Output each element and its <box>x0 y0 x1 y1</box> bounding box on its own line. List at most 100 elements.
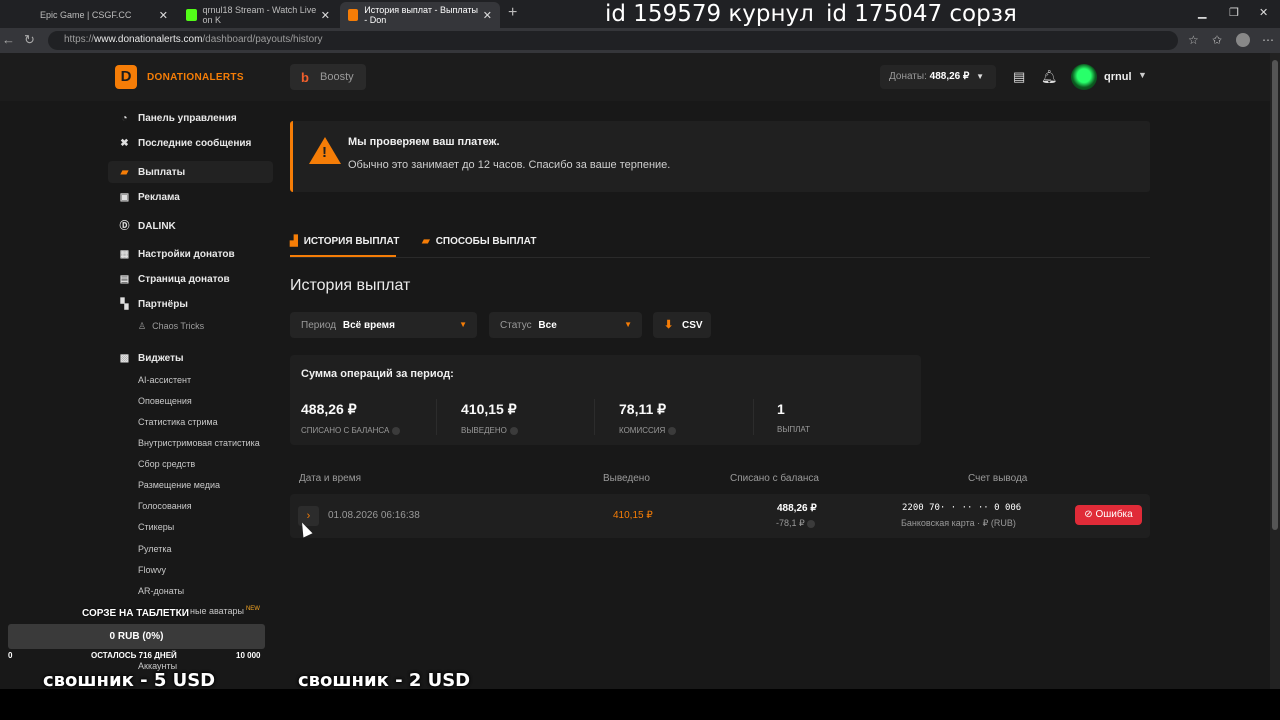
chevron-down-icon: ▼ <box>459 320 467 329</box>
joystick-icon: ♙ <box>138 321 147 331</box>
sidebar-item-partners[interactable]: ▚ Партнёры <box>118 298 188 311</box>
sidebar-widget-roulette[interactable]: Рулетка <box>138 544 172 554</box>
sidebar-item-label: Партнёры <box>138 299 188 310</box>
info-icon[interactable] <box>509 426 518 435</box>
info-icon[interactable] <box>668 426 677 435</box>
maximize-icon[interactable]: ❐ <box>1229 6 1239 19</box>
donats-value: 488,26 ₽ <box>929 71 970 82</box>
period-select[interactable]: Период Всё время ▼ <box>290 312 477 338</box>
sidebar-item-label: DALINK <box>138 221 176 232</box>
stat-count: 1 ВЫПЛАТ <box>777 401 810 434</box>
bell-icon[interactable]: 🔔︎ <box>1041 69 1058 85</box>
sidebar-item-messages[interactable]: ✖ Последние сообщения <box>118 137 251 150</box>
sidebar-widget-instream-stats[interactable]: Внутристримовая статистика <box>138 438 260 448</box>
boosty-button[interactable]: b Boosty <box>290 64 366 90</box>
status-value: Все <box>538 320 557 331</box>
widgets-icon: ▩ <box>119 353 130 364</box>
sidebar-widget-flowvy[interactable]: Flowvy <box>138 565 166 575</box>
logo-text[interactable]: DONATIONALERTS <box>147 72 244 83</box>
chevron-down-icon[interactable]: ▼ <box>1138 70 1147 80</box>
close-icon[interactable]: ✕ <box>483 9 492 22</box>
info-icon[interactable] <box>392 426 401 435</box>
site-header: D DONATIONALERTS b Boosty Донаты: 488,26… <box>0 53 1270 101</box>
tabs-divider <box>290 257 1150 258</box>
stat-caption: СПИСАНО С БАЛАНСА <box>301 426 390 435</box>
page-title: История выплат <box>290 277 411 294</box>
tab-payout-history[interactable]: ▟ ИСТОРИЯ ВЫПЛАТ <box>290 236 399 247</box>
error-circle-icon: ⊘ <box>1084 509 1093 520</box>
bookmark-star-icon[interactable]: ☆ <box>1188 33 1199 47</box>
sidebar-item-dalink[interactable]: Ⓓ DALINK <box>118 220 176 233</box>
donationalerts-logo-icon[interactable]: D <box>115 65 137 89</box>
stat-caption: КОМИССИЯ <box>619 426 666 435</box>
row-account-type: Банковская карта · ₽ (RUB) <box>901 518 1016 528</box>
scrollbar-thumb[interactable] <box>1272 60 1278 530</box>
wallet-icon: ▰ <box>120 167 129 178</box>
dalink-icon: Ⓓ <box>119 221 130 232</box>
menu-dots-icon[interactable]: ⋯ <box>1262 33 1274 47</box>
sidebar-item-donation-page[interactable]: ▤ Страница донатов <box>118 273 230 286</box>
sidebar-item-payouts[interactable]: ▰ Выплаты <box>118 166 186 179</box>
tab-title: Epic Game | CSGF.CC <box>40 10 132 20</box>
new-tab-button[interactable]: + <box>508 4 517 22</box>
back-icon[interactable]: ← <box>2 32 15 47</box>
boosty-icon: b <box>301 70 309 85</box>
new-badge: NEW <box>245 606 260 612</box>
browser-tab-payouts[interactable]: История выплат - Выплаты - Don ✕ <box>340 2 500 28</box>
active-tab-underline <box>290 255 396 257</box>
sidebar-widget-avatars[interactable]: ные аватары NEW <box>190 606 260 616</box>
sidebar-widget-stream-stats[interactable]: Статистика стрима <box>138 417 218 427</box>
window-close-icon[interactable]: ✕ <box>1259 6 1268 19</box>
sidebar-item-ads[interactable]: ▣ Реклама <box>118 191 180 204</box>
messages-icon: ✖ <box>120 138 129 149</box>
tab-payout-methods[interactable]: ▰ СПОСОБЫ ВЫПЛАТ <box>422 236 536 247</box>
sidebar-widget-alerts[interactable]: Оповещения <box>138 396 192 406</box>
donor-line-1: свошник - 5 USD <box>43 670 216 691</box>
username[interactable]: qrnul <box>1104 71 1132 83</box>
sidebar-item-label: Реклама <box>138 192 180 203</box>
sidebar-widget-stickers[interactable]: Стикеры <box>138 522 174 532</box>
browser-tab-csgf[interactable]: Epic Game | CSGF.CC ✕ <box>32 2 176 28</box>
tab-label: СПОСОБЫ ВЫПЛАТ <box>435 236 537 247</box>
summary-card: Сумма операций за период: 488,26 ₽ СПИСА… <box>290 355 921 445</box>
sidebar-widget-polls[interactable]: Голосования <box>138 501 192 511</box>
sidebar-item-donation-settings[interactable]: ▦ Настройки донатов <box>118 248 235 261</box>
status-badge[interactable]: ⊘ Ошибка <box>1075 505 1142 525</box>
table-row[interactable]: › 01.08.2026 06:16:38 410,15 ₽ 488,26 ₽ … <box>290 494 1150 538</box>
status-label: Ошибка <box>1095 509 1133 520</box>
url-field[interactable]: https://www.donationalerts.com/dashboard… <box>48 31 1178 50</box>
payment-check-alert: ! Мы проверяем ваш платеж. Обычно это за… <box>290 121 1150 192</box>
column-header-debited: Списано с баланса <box>730 473 819 484</box>
news-icon[interactable]: ▤ <box>1013 69 1025 85</box>
status-select[interactable]: Статус Все ▼ <box>489 312 642 338</box>
donats-dropdown[interactable]: Донаты: 488,26 ₽ ▼ <box>880 65 996 89</box>
csv-label: CSV <box>682 320 703 331</box>
sidebar-widget-fundraising[interactable]: Сбор средств <box>138 459 195 469</box>
bottom-strip <box>0 689 1280 720</box>
favorites-icon[interactable]: ✩ <box>1212 33 1222 47</box>
url-host: www.donationalerts.com <box>94 34 203 45</box>
column-header-date: Дата и время <box>299 473 362 484</box>
reload-icon[interactable]: ↻ <box>24 32 35 48</box>
stat-withdrawn: 410,15 ₽ ВЫВЕДЕНО <box>461 401 518 435</box>
stat-value: 410,15 ₽ <box>461 401 517 417</box>
info-icon[interactable] <box>807 519 816 528</box>
sidebar-sub-chaos-tricks[interactable]: ♙ Chaos Tricks <box>138 321 204 332</box>
goal-remaining: ОСТАЛОСЬ 716 ДНЕЙ <box>91 651 177 660</box>
csv-export-button[interactable]: ⬇ CSV <box>653 312 711 338</box>
stat-divider <box>436 399 437 435</box>
browser-tab-kick[interactable]: qrnul18 Stream - Watch Live on K ✕ <box>178 2 338 28</box>
row-account-number: 2200 70· · ·· ·· 0 006 <box>902 503 1022 513</box>
minimize-icon[interactable]: ▁ <box>1198 6 1206 19</box>
close-icon[interactable]: ✕ <box>159 9 168 22</box>
column-header-withdrawn: Выведено <box>603 473 650 484</box>
sidebar-item-dashboard[interactable]: ◔ Панель управления <box>118 112 236 125</box>
profile-icon[interactable] <box>1236 33 1250 47</box>
sidebar-item-widgets[interactable]: ▩ Виджеты <box>118 352 184 365</box>
sidebar-widget-ai[interactable]: AI-ассистент <box>138 375 191 385</box>
boosty-label: Boosty <box>320 71 354 83</box>
avatar[interactable] <box>1071 64 1097 90</box>
close-icon[interactable]: ✕ <box>321 9 330 22</box>
sidebar-widget-ar[interactable]: AR-донаты <box>138 586 184 596</box>
sidebar-widget-media[interactable]: Размещение медиа <box>138 480 220 490</box>
